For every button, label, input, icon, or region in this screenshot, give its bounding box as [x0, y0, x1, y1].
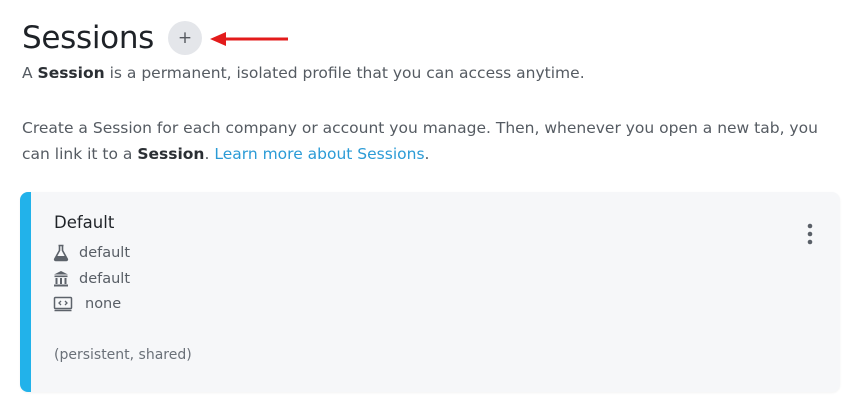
- browser-code-icon: [53, 296, 73, 312]
- session-organization-row: default: [53, 270, 130, 288]
- more-vertical-icon[interactable]: [802, 222, 818, 248]
- description-text: A: [22, 64, 38, 82]
- instructions-text: .: [204, 145, 215, 163]
- page-title: Sessions: [22, 20, 155, 56]
- sessions-page: Sessions + A Session is a permanent, iso…: [0, 0, 851, 397]
- session-name: Default: [54, 213, 115, 232]
- instructions-text: .: [424, 145, 430, 163]
- session-card[interactable]: Default default default none (persistent…: [20, 192, 840, 392]
- session-properties: (persistent, shared): [54, 347, 192, 363]
- instructions-bold: Session: [137, 145, 205, 163]
- extension-value: none: [85, 296, 122, 312]
- session-instructions: Create a Session for each company or acc…: [22, 115, 837, 167]
- description-text: is a permanent, isolated profile that yo…: [104, 64, 585, 82]
- session-environment-row: default: [53, 244, 130, 262]
- header: Sessions +: [22, 18, 203, 58]
- environment-value: default: [79, 245, 131, 261]
- session-description: A Session is a permanent, isolated profi…: [22, 60, 837, 86]
- organization-value: default: [79, 271, 131, 287]
- add-session-button[interactable]: +: [168, 21, 203, 55]
- description-bold: Session: [37, 64, 105, 82]
- card-accent-bar: [20, 192, 31, 392]
- building-icon: [53, 270, 69, 288]
- session-extension-row: none: [53, 296, 121, 312]
- flask-icon: [53, 244, 69, 262]
- learn-more-link[interactable]: Learn more about Sessions: [214, 145, 424, 163]
- annotation-arrow-icon: [210, 32, 288, 46]
